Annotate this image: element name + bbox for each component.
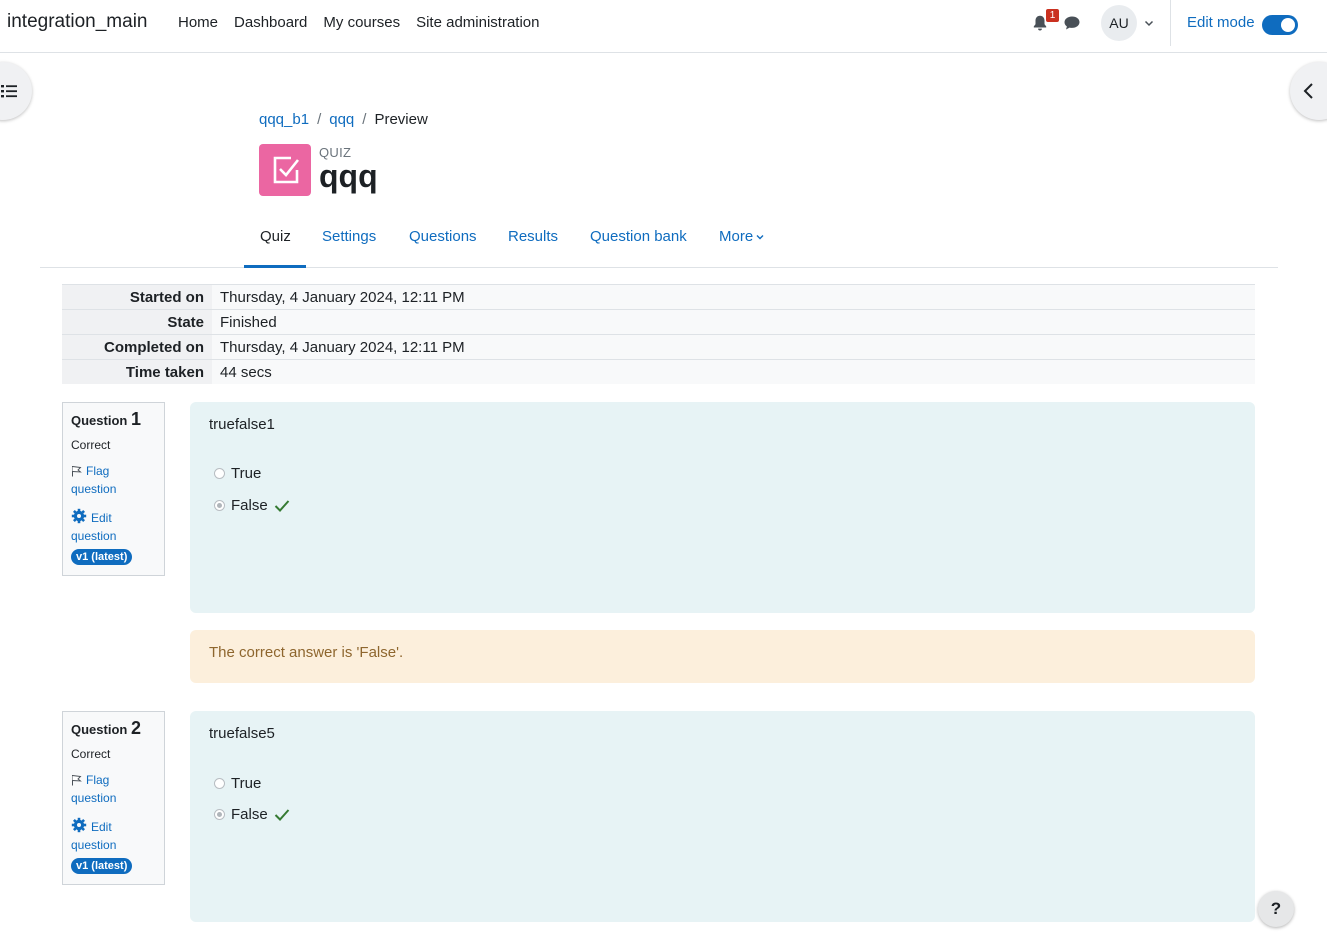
chevron-down-icon (756, 235, 764, 240)
nav-home[interactable]: Home (178, 14, 218, 31)
tab-questions[interactable]: Questions (409, 228, 477, 245)
answer-label: False (231, 497, 268, 514)
tab-question-bank[interactable]: Question bank (590, 228, 687, 245)
question-2-content: truefalse5 True False (190, 711, 1255, 922)
edit-question-link[interactable]: Edit question (71, 508, 156, 545)
edit-mode-label[interactable]: Edit mode (1187, 14, 1255, 31)
flag-icon (72, 775, 82, 786)
question-state: Correct (71, 438, 111, 452)
question-number: Question 1 (71, 409, 156, 430)
flag-question-link[interactable]: Flag question (71, 462, 156, 498)
correct-check-icon (274, 808, 289, 821)
table-row: Started on Thursday, 4 January 2024, 12:… (62, 284, 1255, 310)
summary-value: Finished (212, 309, 1255, 335)
secondary-navigation: Quiz Settings Questions Results Question… (40, 222, 1278, 268)
top-navbar: integration_main Home Dashboard My cours… (0, 0, 1327, 53)
summary-value: Thursday, 4 January 2024, 12:11 PM (212, 284, 1255, 310)
breadcrumb-quiz[interactable]: qqq (329, 111, 354, 128)
summary-value: Thursday, 4 January 2024, 12:11 PM (212, 334, 1255, 360)
radio-button-selected[interactable] (214, 500, 225, 511)
summary-label: Completed on (62, 334, 212, 360)
question-1-info: Question 1 Correct Flag question Edit qu… (62, 402, 165, 576)
tab-more-label: More (719, 228, 754, 245)
question-text: truefalse1 (209, 416, 275, 433)
user-avatar[interactable]: AU (1101, 5, 1137, 41)
summary-label: State (62, 309, 212, 335)
radio-button-selected[interactable] (214, 809, 225, 820)
breadcrumb: qqq_b1 / qqq / Preview (259, 111, 428, 128)
nav-dashboard[interactable]: Dashboard (234, 14, 307, 31)
question-text: truefalse5 (209, 725, 275, 742)
flag-question-link[interactable]: Flag question (71, 771, 156, 807)
primary-navigation: Home Dashboard My courses Site administr… (178, 14, 540, 31)
question-2-info: Question 2 Correct Flag question Edit qu… (62, 711, 165, 885)
table-row: State Finished (62, 309, 1255, 335)
navbar-divider (1170, 0, 1171, 46)
site-name[interactable]: integration_main (7, 11, 147, 33)
question-1-content: truefalse1 True False (190, 402, 1255, 613)
answer-option-true[interactable]: True (214, 465, 261, 482)
version-badge: v1 (latest) (71, 549, 133, 565)
tab-settings[interactable]: Settings (322, 228, 376, 245)
tab-results[interactable]: Results (508, 228, 558, 245)
answer-option-true[interactable]: True (214, 775, 261, 792)
help-button[interactable]: ? (1258, 891, 1294, 927)
breadcrumb-separator: / (317, 111, 322, 128)
summary-label: Time taken (62, 359, 212, 384)
flag-icon (72, 466, 82, 477)
summary-value: 44 secs (212, 359, 1255, 384)
correct-check-icon (274, 499, 289, 512)
edit-mode-toggle[interactable] (1262, 15, 1298, 35)
list-icon (1, 85, 17, 98)
answer-option-false[interactable]: False (214, 497, 290, 514)
question-label: Question (71, 413, 128, 428)
question-label: Question (71, 722, 128, 737)
breadcrumb-course[interactable]: qqq_b1 (259, 111, 309, 128)
nav-site-administration[interactable]: Site administration (416, 14, 539, 31)
radio-button[interactable] (214, 468, 225, 479)
active-tab-indicator (244, 265, 306, 268)
answer-label: True (231, 465, 262, 482)
checkbox-icon (273, 156, 300, 184)
summary-label: Started on (62, 284, 212, 310)
quiz-activity-icon (259, 144, 311, 196)
table-row: Time taken 44 secs (62, 359, 1255, 384)
right-answer-text: The correct answer is 'False'. (209, 644, 404, 661)
breadcrumb-separator: / (362, 111, 367, 128)
breadcrumb-current: Preview (374, 111, 428, 128)
toggle-knob (1281, 18, 1295, 32)
edit-question-link[interactable]: Edit question (71, 817, 156, 854)
radio-button[interactable] (214, 778, 225, 789)
table-row: Completed on Thursday, 4 January 2024, 1… (62, 334, 1255, 360)
attempt-summary-table: Started on Thursday, 4 January 2024, 12:… (62, 284, 1255, 384)
question-number-value: 2 (130, 718, 141, 738)
answer-label: False (231, 806, 268, 823)
tab-quiz[interactable]: Quiz (260, 228, 291, 245)
question-number: Question 2 (71, 718, 156, 739)
version-badge: v1 (latest) (71, 858, 133, 874)
block-drawer-button[interactable] (1290, 62, 1327, 120)
notification-count-badge: 1 (1046, 9, 1059, 22)
question-state: Correct (71, 747, 111, 761)
question-number-value: 1 (130, 409, 141, 429)
page-title: qqq (319, 158, 378, 194)
gear-icon (71, 817, 87, 833)
chat-icon[interactable] (1063, 15, 1081, 31)
chevron-down-icon[interactable] (1143, 17, 1155, 29)
answer-label: True (231, 775, 262, 792)
tab-more[interactable]: More (719, 228, 765, 245)
answer-option-false[interactable]: False (214, 806, 290, 823)
question-1-feedback: The correct answer is 'False'. (190, 630, 1255, 683)
nav-my-courses[interactable]: My courses (323, 14, 400, 31)
chevron-left-icon (1303, 83, 1313, 99)
course-index-drawer-button[interactable] (0, 62, 32, 120)
gear-icon (71, 508, 87, 524)
